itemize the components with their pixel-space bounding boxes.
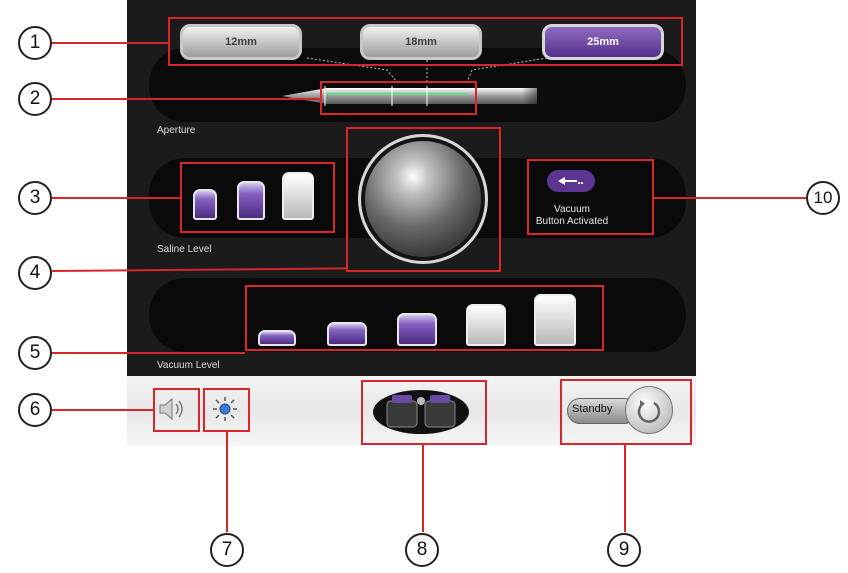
callout-6: 6 [18,393,52,427]
leader-line-9 [624,445,626,532]
callout-8: 8 [405,533,439,567]
callout-1: 1 [18,26,52,60]
leader-line-7 [226,432,228,532]
callout-9: 9 [607,533,641,567]
annotation-box-6 [153,388,200,432]
callout-10: 10 [806,181,840,215]
callout-5: 5 [18,336,52,370]
annotation-box-8 [361,380,487,445]
callout-3: 3 [18,181,52,215]
callout-7: 7 [210,533,244,567]
annotation-box-4 [346,127,501,272]
callout-4: 4 [18,256,52,290]
leader-line-8 [422,445,424,532]
aperture-label: Aperture [157,125,196,136]
saline-level-label: Saline Level [157,244,212,255]
leader-line-3 [52,197,180,199]
annotation-box-9 [560,379,692,445]
annotation-box-1 [168,17,683,66]
leader-line-5 [52,352,245,354]
leader-line-2 [52,98,320,100]
annotation-box-2 [320,81,477,115]
leader-line-10 [654,197,806,199]
callout-2: 2 [18,82,52,116]
leader-line-6 [52,409,153,411]
annotation-box-7 [203,388,250,432]
leader-line-1 [52,42,168,44]
annotation-box-5 [245,285,604,351]
annotation-box-10 [527,159,654,235]
annotation-box-3 [180,162,335,233]
vacuum-level-label: Vacuum Level [157,360,220,371]
